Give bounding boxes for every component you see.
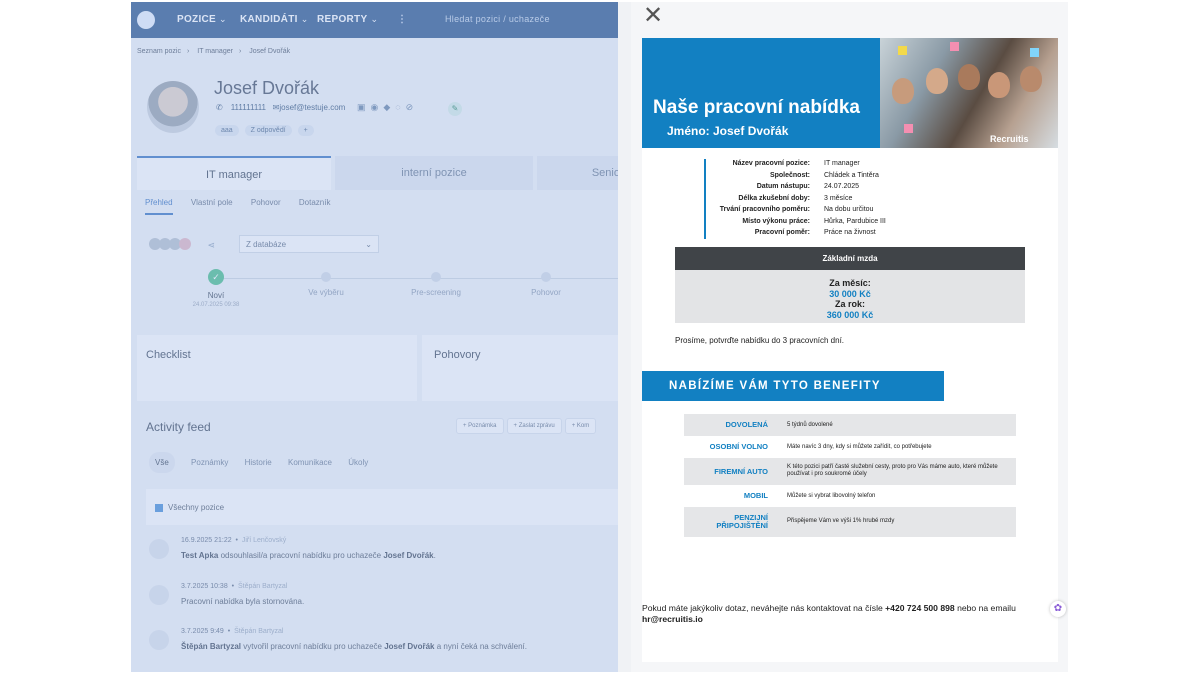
contact-phone[interactable]: +420 724 500 898 — [885, 603, 955, 613]
close-icon[interactable]: ✕ — [643, 4, 663, 28]
sticky-note — [898, 46, 907, 55]
benefits-table: DOVOLENÁ 5 týdnů dovolené OSOBNÍ VOLNO Mát… — [684, 414, 1016, 537]
assistant-icon[interactable]: ✿ — [1050, 601, 1066, 617]
salary-year-label: Za rok: — [834, 299, 865, 309]
detail-row: Datum nástupu: 24.07.2025 — [756, 183, 860, 190]
salary-box: Za měsíc: 30 000 Kč Za rok: 360 000 Kč — [675, 270, 1025, 323]
offer-hero: Naše pracovní nabídka Jméno: Josef Dvořá… — [642, 38, 880, 148]
photo-person — [892, 78, 914, 104]
benefits-heading: NABÍZÍME VÁM TYTO BENEFITY — [642, 371, 944, 401]
team-photo: Recruitis — [880, 38, 1058, 148]
salary-year-value: 360 000 Kč — [826, 309, 874, 320]
offer-title: Naše pracovní nabídka — [653, 97, 860, 118]
photo-person — [958, 64, 980, 90]
detail-row: Pracovní poměr: Práce na živnost — [754, 229, 876, 236]
offer-details: Název pracovní pozice: IT manager Společn… — [704, 159, 1004, 239]
benefit-row: MOBIL Můžete si vybrat libovolný telefon — [743, 491, 876, 500]
sticky-note — [904, 124, 913, 133]
photo-person — [926, 68, 948, 94]
salary-header: Základní mzda — [675, 247, 1025, 270]
detail-row: Trvání pracovního poměru: Na dobu určitou — [719, 206, 874, 213]
benefit-row: OSOBNÍ VOLNO Máte navíc 3 dny, kdy si můž… — [709, 442, 932, 451]
salary-month-label: Za měsíc: — [829, 278, 871, 288]
panel-gutter — [618, 2, 631, 672]
offer-candidate-name: Jméno: Josef Dvořák — [667, 124, 789, 138]
benefit-row: DOVOLENÁ 5 týdnů dovolené — [684, 414, 1016, 436]
detail-row: Místo výkonu práce: Hůrka, Pardubice III — [742, 217, 886, 225]
screen: POZICE ⌄ KANDIDÁTI ⌄ REPORTY ⌄ ⋮ Hledat poz… — [0, 0, 1200, 675]
contact-email[interactable]: hr@recruitis.io — [642, 614, 703, 624]
confirm-note: Prosíme, potvrďte nabídku do 3 pracovníc… — [675, 336, 845, 345]
offer-footer: Pokud máte jakýkoliv dotaz, neváhejte ná… — [642, 603, 1016, 624]
modal-backdrop[interactable] — [131, 2, 618, 672]
detail-row: Název pracovní pozice: IT manager — [732, 160, 860, 167]
benefit-row: FIREMNÍ AUTO K této pozici patří časté sl… — [684, 458, 1016, 485]
photo-person — [988, 72, 1010, 98]
recruitis-logo: Recruitis — [990, 134, 1029, 144]
detail-row: Společnost: Chládek a Tintěra — [769, 171, 879, 179]
offer-document: Naše pracovní nabídka Jméno: Josef Dvořá… — [642, 38, 1058, 662]
salary-month-value: 30 000 Kč — [829, 288, 871, 299]
detail-row: Délka zkušební doby: 3 měsíce — [738, 194, 853, 202]
sticky-note — [1030, 48, 1039, 57]
photo-person — [1020, 66, 1042, 92]
benefit-row: PENZIJNÍ PŘIPOJIŠTĚNÍ Přispějeme Vám ve v… — [684, 507, 1016, 537]
sticky-note — [950, 42, 959, 51]
